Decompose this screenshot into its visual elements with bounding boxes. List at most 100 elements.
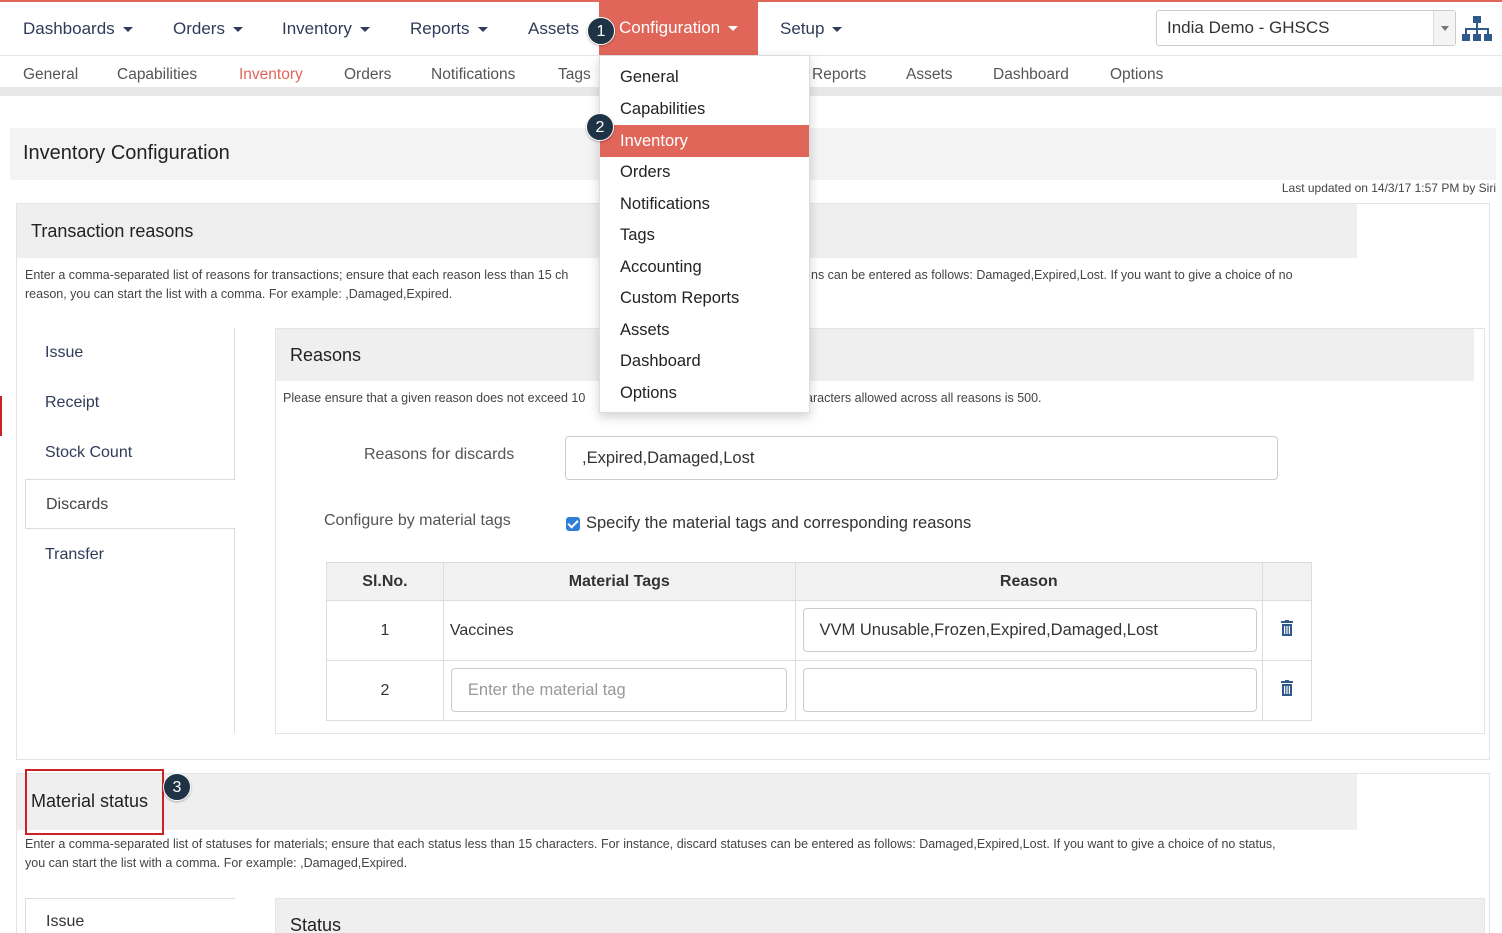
column-header-reason: Reason — [794, 562, 1264, 601]
status-panel: Status — [275, 898, 1485, 933]
material-status-panel: Material status Enter a comma-separated … — [16, 769, 1490, 933]
page-title: Inventory Configuration — [23, 142, 230, 164]
tab-discards[interactable]: Discards — [25, 479, 236, 529]
nav-inventory-label: Inventory — [282, 19, 352, 38]
row-slno: 2 — [326, 660, 444, 721]
subnav-reports[interactable]: Reports — [812, 66, 866, 84]
nav-configuration-label: Configuration — [619, 18, 721, 37]
nav-configuration[interactable]: Configuration — [599, 0, 759, 56]
hierarchy-icon[interactable] — [1462, 14, 1492, 44]
material-tags-table: Sl.No. Material Tags Reason 1 Vaccines V… — [326, 562, 1312, 721]
reasons-title: Reasons — [290, 345, 362, 365]
menu-item-orders[interactable]: Orders — [600, 156, 809, 188]
description-line2: reason, you can start the list with a co… — [25, 287, 453, 301]
specify-tags-checkbox[interactable] — [566, 517, 580, 531]
nav-orders-label: Orders — [173, 19, 225, 38]
column-header-material-tags: Material Tags — [442, 562, 796, 601]
row-reason-input[interactable] — [802, 668, 1257, 712]
menu-item-assets[interactable]: Assets — [600, 314, 809, 346]
row-actions-cell — [1262, 600, 1312, 661]
table-header-row: Sl.No. Material Tags Reason — [326, 562, 1312, 601]
active-tab-notch — [262, 88, 278, 96]
caret-down-icon — [122, 27, 133, 33]
row-actions-cell — [1262, 660, 1312, 721]
configure-by-tags-label: Configure by material tags — [324, 512, 511, 529]
caret-down-icon — [728, 26, 739, 32]
subnav-assets[interactable]: Assets — [906, 66, 953, 84]
nav-inventory[interactable]: Inventory — [282, 2, 370, 56]
tab-issue[interactable]: Issue — [25, 328, 235, 378]
description-line1: Enter a comma-separated list of reasons … — [25, 268, 569, 282]
material-status-description: Enter a comma-separated list of statuses… — [25, 835, 1365, 873]
table-row: 1 Vaccines VVM Unusable,Frozen,Expired,D… — [326, 600, 1312, 661]
reasons-description-left: Please ensure that a given reason does n… — [283, 391, 586, 405]
transaction-reasons-title: Transaction reasons — [31, 221, 194, 241]
column-header-slno: Sl.No. — [326, 562, 444, 601]
domain-select-value: India Demo - GHSCS — [1167, 18, 1330, 37]
reasons-for-discards-input[interactable]: ,Expired,Damaged,Lost — [565, 436, 1278, 480]
nav-dashboards[interactable]: Dashboards — [23, 2, 133, 56]
caret-down-icon — [232, 27, 243, 33]
step-badge-2: 2 — [586, 113, 614, 141]
edge-marker — [0, 396, 2, 436]
nav-assets-label: Assets — [528, 19, 580, 38]
nav-assets[interactable]: Assets — [528, 2, 579, 56]
trash-icon[interactable] — [1281, 620, 1294, 636]
menu-item-general[interactable]: General — [600, 61, 809, 93]
menu-item-accounting[interactable]: Accounting — [600, 251, 809, 283]
subnav-inventory[interactable]: Inventory — [239, 66, 303, 84]
column-header-actions — [1262, 562, 1312, 601]
tab-receipt[interactable]: Receipt — [25, 378, 235, 428]
row-reason-cell: VVM Unusable,Frozen,Expired,Damaged,Lost — [794, 600, 1264, 661]
nav-dashboards-label: Dashboards — [23, 19, 115, 38]
nav-reports-label: Reports — [410, 19, 470, 38]
row-slno: 1 — [326, 600, 444, 661]
subnav-general[interactable]: General — [23, 66, 78, 84]
reasons-panel: Reasons Please ensure that a given reaso… — [275, 328, 1485, 734]
domain-select[interactable]: India Demo - GHSCS — [1156, 10, 1456, 46]
last-updated-text: Last updated on 14/3/17 1:57 PM by Siri — [1281, 181, 1496, 195]
nav-orders[interactable]: Orders — [173, 2, 243, 56]
reasons-header: Reasons — [276, 329, 1474, 381]
subnav-options[interactable]: Options — [1110, 66, 1163, 84]
caret-down-icon — [359, 27, 370, 33]
description-line1: Enter a comma-separated list of statuses… — [25, 837, 1276, 851]
menu-item-options[interactable]: Options — [600, 377, 809, 409]
subnav-tags[interactable]: Tags — [558, 66, 591, 84]
description-line1-tail: ns can be entered as follows: Damaged,Ex… — [811, 268, 1293, 282]
transaction-type-tabs: Issue Receipt Stock Count Discards Trans… — [25, 328, 236, 733]
menu-item-dashboard[interactable]: Dashboard — [600, 345, 809, 377]
menu-item-capabilities[interactable]: Capabilities — [600, 93, 809, 125]
menu-item-tags[interactable]: Tags — [600, 219, 809, 251]
select-arrow-icon — [1433, 11, 1455, 45]
caret-down-icon — [832, 27, 843, 33]
material-status-header: Material status — [17, 774, 1357, 830]
trash-icon[interactable] — [1281, 680, 1294, 696]
menu-item-custom-reports[interactable]: Custom Reports — [600, 282, 809, 314]
step-badge-3: 3 — [163, 773, 191, 801]
highlight-box — [25, 769, 164, 835]
material-tag-input[interactable]: Enter the material tag — [450, 668, 787, 712]
subnav-dashboard[interactable]: Dashboard — [993, 66, 1069, 84]
tab-stock-count[interactable]: Stock Count — [25, 428, 235, 478]
specify-tags-checkbox-label: Specify the material tags and correspond… — [586, 514, 972, 532]
subnav-orders[interactable]: Orders — [344, 66, 391, 84]
subnav-capabilities[interactable]: Capabilities — [117, 66, 197, 84]
row-material-tag-cell: Enter the material tag — [442, 660, 796, 721]
caret-down-icon — [477, 27, 488, 33]
description-line2: you can start the list with a comma. For… — [25, 856, 408, 870]
row-reason-input[interactable]: VVM Unusable,Frozen,Expired,Damaged,Lost — [802, 608, 1257, 652]
reasons-for-discards-label: Reasons for discards — [364, 446, 515, 463]
top-navbar: Dashboards Orders Inventory Reports Asse… — [0, 0, 1502, 56]
status-title: Status — [290, 915, 342, 933]
table-row: 2 Enter the material tag — [326, 660, 1312, 721]
nav-setup-label: Setup — [780, 19, 825, 38]
nav-reports[interactable]: Reports — [410, 2, 488, 56]
menu-item-notifications[interactable]: Notifications — [600, 188, 809, 220]
nav-setup[interactable]: Setup — [780, 2, 843, 56]
row-material-tag: Vaccines — [442, 600, 796, 661]
tab-transfer[interactable]: Transfer — [25, 530, 235, 580]
subnav-notifications[interactable]: Notifications — [431, 66, 515, 84]
menu-item-inventory[interactable]: Inventory — [600, 125, 809, 157]
tab-issue[interactable]: Issue — [25, 898, 235, 933]
